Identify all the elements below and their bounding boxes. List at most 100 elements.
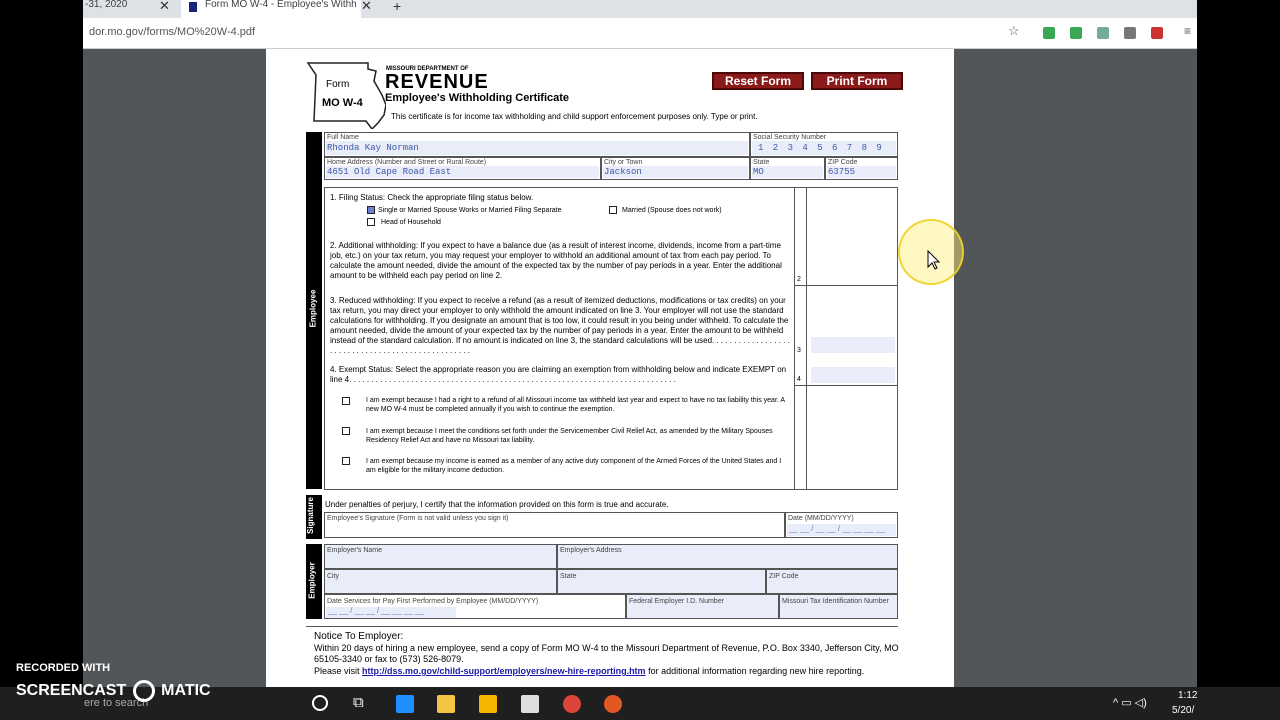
- employer-state-input[interactable]: State: [557, 569, 766, 594]
- state-cell: State MO: [750, 157, 825, 180]
- menu-icon[interactable]: ≡: [1184, 24, 1191, 38]
- extension-icon[interactable]: [1043, 27, 1055, 39]
- url-text[interactable]: dor.mo.gov/forms/MO%20W-4.pdf: [89, 26, 255, 38]
- form-label: Form: [326, 79, 350, 90]
- single-option-label: Single or Married Spouse Works or Marrie…: [378, 207, 562, 214]
- page-favicon-icon: [189, 2, 197, 12]
- tab-active-label: Form MO W-4 - Employee's Withh: [205, 0, 357, 10]
- signature-label: Employee's Signature (Form is not valid …: [327, 515, 509, 522]
- extension-icon[interactable]: [1070, 27, 1082, 39]
- ssn-cell: Social Security Number 1 2 3 4 5 6 7 8 9: [750, 132, 898, 157]
- head-of-household-checkbox[interactable]: [367, 218, 375, 226]
- full-name-cell: Full Name Rhonda Kay Norman: [324, 132, 750, 157]
- tab-active[interactable]: Form MO W-4 - Employee's Withh: [181, 0, 361, 18]
- cortana-icon[interactable]: [312, 695, 328, 711]
- line3-text: 3. Reduced withholding: If you expect to…: [330, 296, 790, 355]
- state-input[interactable]: MO: [752, 166, 823, 178]
- city-input[interactable]: Jackson: [603, 166, 748, 178]
- employer-state-label: State: [560, 573, 577, 580]
- new-tab-icon[interactable]: +: [393, 0, 401, 14]
- screencast-logo-icon: [132, 680, 155, 702]
- head-of-household-label: Head of Household: [381, 219, 441, 226]
- zip-cell: ZIP Code 63755: [825, 157, 898, 180]
- exempt-military-text: I am exempt because my income is earned …: [366, 458, 782, 474]
- zip-input[interactable]: 63755: [827, 166, 896, 178]
- line2-text: 2. Additional withholding: If you expect…: [330, 241, 782, 280]
- employer-zip-label: ZIP Code: [769, 573, 799, 580]
- notice-visit-text: Please visit: [314, 666, 360, 676]
- line3-amount-input[interactable]: [811, 337, 895, 353]
- signature-date-input[interactable]: __ __ / __ __ / __ __ __ __: [787, 524, 896, 536]
- line4-exempt-input[interactable]: [811, 367, 895, 383]
- address-input[interactable]: 4651 Old Cape Road East: [326, 166, 599, 178]
- divider: [306, 626, 898, 627]
- employee-section-label: Employee: [308, 289, 318, 328]
- employer-city-label: City: [327, 573, 340, 580]
- single-checkbox[interactable]: [367, 206, 375, 214]
- watermark-line1: RECORDED WITH: [16, 662, 111, 674]
- line3-number: 3: [797, 347, 801, 354]
- employer-sidebar: Employer: [306, 544, 322, 619]
- watermark-line2: SCREENCAST MATIC: [16, 680, 211, 702]
- system-tray-icons[interactable]: ^ ▭ ◁): [1113, 696, 1147, 709]
- mo-tax-id-input[interactable]: Missouri Tax Identification Number: [779, 594, 898, 619]
- browser-window: -31, 2020 ✕ Form MO W-4 - Employee's Wit…: [83, 0, 1197, 687]
- exempt-refund-checkbox[interactable]: [342, 397, 350, 405]
- notice-text: Within 20 days of hiring a new employee,…: [314, 643, 899, 664]
- perjury-text: Under penalties of perjury, I certify th…: [325, 500, 669, 509]
- tab-bar: -31, 2020 ✕ Form MO W-4 - Employee's Wit…: [83, 0, 1197, 18]
- mail-icon[interactable]: [521, 695, 539, 713]
- print-form-button[interactable]: Print Form: [811, 72, 903, 90]
- divider: [794, 385, 898, 386]
- pdf-page: Form MO W-4 MISSOURI DEPARTMENT OF REVEN…: [266, 49, 954, 687]
- signature-date-cell: Date (MM/DD/YYYY) __ __ / __ __ / __ __ …: [785, 512, 898, 538]
- extension-icon[interactable]: [1124, 27, 1136, 39]
- married-checkbox[interactable]: [609, 206, 617, 214]
- line2-number: 2: [797, 276, 801, 283]
- task-view-icon[interactable]: ⧉: [353, 694, 364, 711]
- extension-icon[interactable]: [1151, 27, 1163, 39]
- close-icon[interactable]: ✕: [361, 0, 372, 14]
- divider: [794, 285, 898, 286]
- mouse-cursor-icon: [927, 250, 941, 270]
- star-icon[interactable]: ☆: [1008, 23, 1020, 39]
- reset-form-button[interactable]: Reset Form: [712, 72, 804, 90]
- signature-cell[interactable]: Employee's Signature (Form is not valid …: [324, 512, 785, 538]
- missouri-state-outline: [306, 61, 387, 131]
- employer-address-label: Employer's Address: [560, 547, 622, 554]
- date-services-input[interactable]: __ __ / __ __ / __ __ __ __: [326, 606, 456, 618]
- divider: [806, 187, 807, 490]
- store-icon[interactable]: [479, 695, 497, 713]
- ssn-input[interactable]: 1 2 3 4 5 6 7 8 9: [752, 141, 896, 155]
- new-hire-reporting-link[interactable]: http://dss.mo.gov/child-support/employer…: [362, 666, 646, 676]
- employee-sidebar: Employee: [306, 132, 322, 489]
- file-explorer-icon[interactable]: [437, 695, 455, 713]
- fein-input[interactable]: Federal Employer I.D. Number: [626, 594, 779, 619]
- date-label: Date (MM/DD/YYYY): [788, 515, 854, 522]
- edge-icon[interactable]: [396, 695, 414, 713]
- extension-icon[interactable]: [1097, 27, 1109, 39]
- chrome-icon[interactable]: [563, 695, 581, 713]
- full-name-input[interactable]: Rhonda Kay Norman: [326, 141, 748, 155]
- signature-section-label: Signature: [305, 497, 315, 534]
- employer-zip-input[interactable]: ZIP Code: [766, 569, 898, 594]
- screencast-icon[interactable]: [604, 695, 622, 713]
- exempt-refund-text: I am exempt because I had a right to a r…: [366, 397, 785, 413]
- address-cell: Home Address (Number and Street or Rural…: [324, 157, 601, 180]
- employer-address-input[interactable]: Employer's Address: [557, 544, 898, 569]
- exempt-servicemember-checkbox[interactable]: [342, 427, 350, 435]
- line4-text: 4. Exempt Status: Select the appropriate…: [330, 365, 787, 384]
- screencast-watermark: RECORDED WITH SCREENCAST MATIC: [16, 662, 211, 702]
- notice-visit-line: Please visit http://dss.mo.gov/child-sup…: [314, 666, 864, 676]
- employer-name-input[interactable]: Employer's Name: [324, 544, 557, 569]
- divider: [794, 187, 795, 490]
- close-icon[interactable]: ✕: [159, 0, 170, 14]
- line1-heading: 1. Filing Status: Check the appropriate …: [330, 193, 534, 202]
- exempt-military-checkbox[interactable]: [342, 457, 350, 465]
- employer-section-label: Employer: [307, 562, 317, 599]
- line4-number: 4: [797, 376, 801, 383]
- address-bar[interactable]: dor.mo.gov/forms/MO%20W-4.pdf ☆ ≡: [83, 18, 1197, 49]
- form-number: MO W-4: [322, 97, 363, 109]
- tab-previous[interactable]: -31, 2020: [85, 0, 165, 18]
- employer-city-input[interactable]: City: [324, 569, 557, 594]
